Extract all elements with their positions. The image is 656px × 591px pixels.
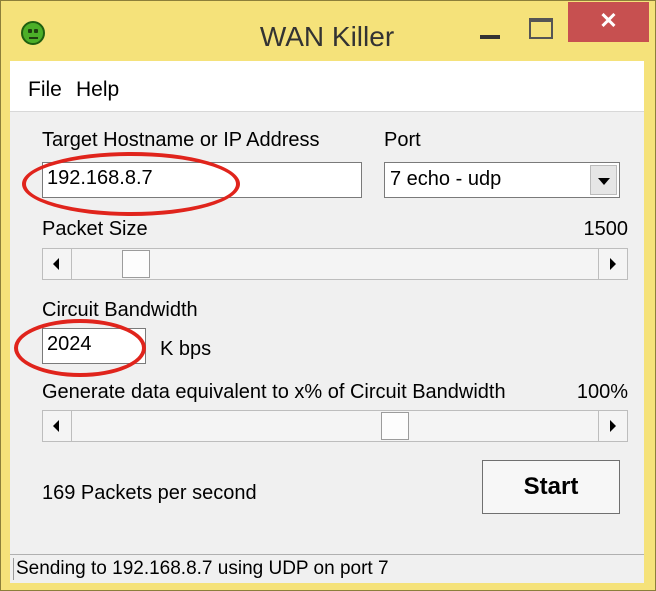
packets-per-second: 169 Packets per second	[42, 482, 257, 504]
maximize-button[interactable]	[521, 13, 563, 43]
packet-size-slider[interactable]	[42, 248, 628, 280]
menu-file[interactable]: File	[28, 78, 62, 102]
packet-size-value: 1500	[583, 218, 629, 240]
port-label: Port	[384, 129, 421, 151]
dropdown-arrow-icon[interactable]	[590, 165, 617, 195]
packet-size-label: Packet Size	[42, 218, 148, 240]
scroll-right-icon[interactable]	[598, 411, 627, 441]
percent-thumb[interactable]	[381, 412, 409, 440]
port-value: 7 echo - udp	[390, 168, 502, 190]
bandwidth-unit: K bps	[160, 338, 212, 360]
close-button[interactable]: ✕	[568, 2, 649, 42]
percent-slider[interactable]	[42, 410, 628, 442]
scroll-right-icon[interactable]	[598, 249, 627, 279]
status-bar: Sending to 192.168.8.7 using UDP on port…	[10, 554, 644, 583]
packet-size-thumb[interactable]	[122, 250, 150, 278]
target-label: Target Hostname or IP Address	[42, 129, 320, 151]
bandwidth-label: Circuit Bandwidth	[42, 299, 198, 321]
minimize-button[interactable]	[469, 15, 511, 45]
title-bar[interactable]: WAN Killer ✕	[1, 1, 653, 61]
percent-label: Generate data equivalent to x% of Circui…	[42, 381, 506, 403]
scroll-left-icon[interactable]	[43, 411, 72, 441]
port-select[interactable]: 7 echo - udp	[384, 162, 620, 198]
annotation-circle-bandwidth	[14, 319, 146, 377]
menu-bar: File Help	[10, 61, 644, 112]
percent-value: 100%	[576, 381, 628, 403]
menu-help[interactable]: Help	[76, 78, 119, 102]
scroll-left-icon[interactable]	[43, 249, 72, 279]
status-text: Sending to 192.168.8.7 using UDP on port…	[13, 558, 389, 580]
start-button[interactable]: Start	[482, 460, 620, 514]
annotation-circle-target	[22, 152, 240, 216]
